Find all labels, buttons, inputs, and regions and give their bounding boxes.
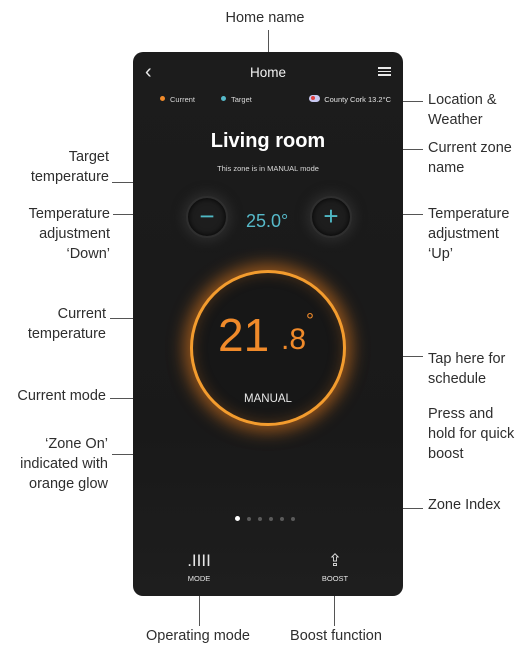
pager-dot[interactable] (247, 517, 251, 521)
location-weather: County Cork 13.2°C (309, 95, 391, 104)
pager-dot[interactable] (280, 517, 284, 521)
temperature-up-button[interactable]: + (310, 196, 352, 238)
legend-target: Target (221, 95, 252, 104)
current-mode-label: MANUAL (244, 393, 292, 405)
pager-dot[interactable] (258, 517, 262, 521)
current-temperature-degree: ° (306, 310, 314, 332)
legend-current: Current (160, 95, 195, 104)
boost-tab-label: BOOST (321, 574, 349, 583)
annotation-operating-mode: Operating mode (146, 628, 250, 644)
annotation-current-mode: Current mode (17, 388, 106, 404)
boost-tab[interactable]: ⇪ BOOST (305, 550, 365, 583)
annotation-boost-function: Boost function (290, 628, 382, 644)
minus-icon: − (199, 201, 215, 231)
hamburger-menu-icon[interactable] (378, 67, 391, 77)
current-dot-icon (160, 96, 165, 101)
target-dot-icon (221, 96, 226, 101)
zone-name: Living room (210, 130, 326, 152)
annotation-location-weather: Location & Weather (428, 92, 497, 128)
mode-tab[interactable]: .IIII MODE (169, 550, 229, 583)
annotation-press-hold-boost: Press and hold for quick boost (428, 406, 515, 462)
annotation-adjust-up: Temperature adjustment ‘Up’ (428, 206, 510, 262)
radiator-icon: .IIII (187, 551, 211, 570)
boost-arrow-icon: ⇪ (327, 551, 343, 570)
annotation-zone-on: ‘Zone On’ indicated with orange glow (20, 436, 108, 492)
annotation-tap-schedule: Tap here for schedule (428, 351, 506, 387)
pager-dot[interactable] (291, 517, 295, 521)
annotation-home-name: Home name (225, 10, 305, 26)
annotation-target-temperature: Target temperature (30, 149, 109, 185)
pager-dot[interactable] (235, 516, 240, 521)
zone-mode-text: This zone is in MANUAL mode (217, 164, 319, 173)
target-temperature: 25.0° (246, 211, 289, 231)
outside-temperature: 13.2°C (367, 95, 391, 104)
plus-icon: + (323, 201, 339, 231)
location-name: County Cork (324, 95, 366, 104)
pager-dot[interactable] (269, 517, 273, 521)
temperature-down-button[interactable]: − (186, 196, 228, 238)
zone-index-pager[interactable] (235, 508, 302, 526)
phone-screen: ‹ Home Current Target County Cork 13.2°C… (133, 52, 403, 596)
annotation-current-temperature: Current temperature (27, 306, 106, 342)
annotation-zone-index: Zone Index (428, 497, 501, 513)
home-title[interactable]: Home (133, 65, 403, 80)
annotation-current-zone-name: Current zone name (428, 140, 512, 176)
annotation-adjust-down: Temperature adjustment ‘Down’ (28, 206, 110, 262)
mode-tab-label: MODE (187, 574, 211, 583)
top-bar: ‹ Home (133, 52, 403, 94)
weather-icon (309, 95, 321, 102)
current-temperature-decimal: .8 (281, 323, 307, 356)
current-temperature-integer: 21 (218, 309, 270, 361)
